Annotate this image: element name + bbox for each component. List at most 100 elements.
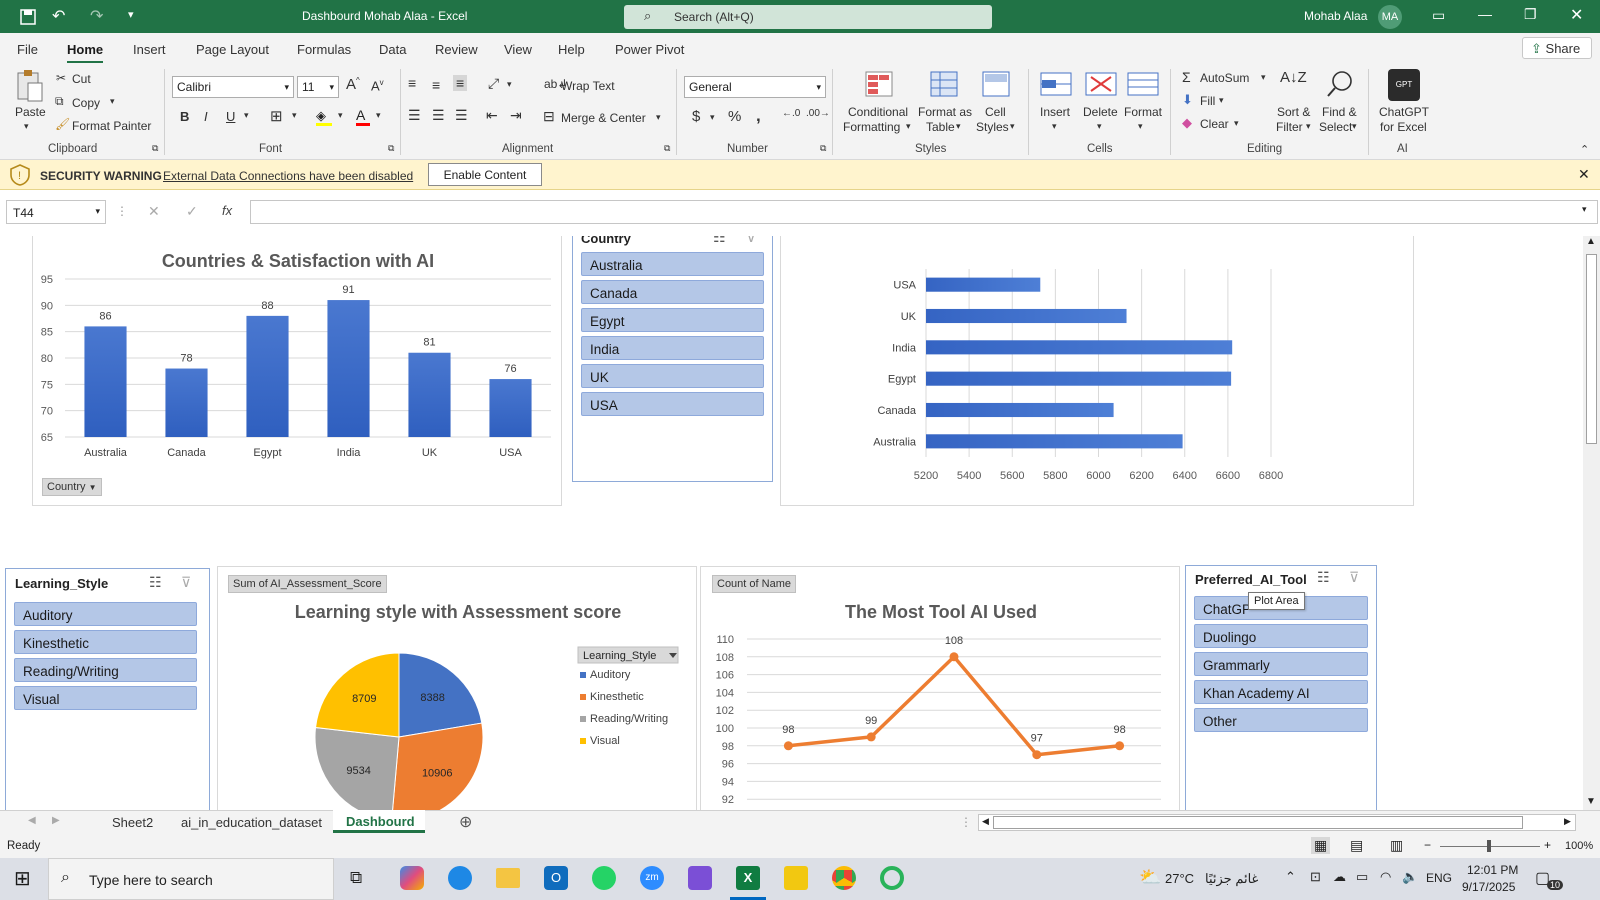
tab-home[interactable]: Home bbox=[67, 42, 104, 64]
autosum-label[interactable]: AutoSum bbox=[1200, 71, 1249, 85]
paste-dropdown-icon[interactable]: ▾ bbox=[24, 121, 29, 132]
fill-dropdown-icon[interactable]: ▾ bbox=[1219, 95, 1224, 106]
sort-filter-icon[interactable]: A↓Z bbox=[1280, 69, 1307, 86]
security-message[interactable]: External Data Connections have been disa… bbox=[163, 169, 413, 183]
cut-icon[interactable]: ✂ bbox=[56, 71, 66, 85]
copilot-icon[interactable] bbox=[400, 866, 424, 890]
wrap-text-label[interactable]: Wrap Text bbox=[561, 79, 615, 93]
chatgpt-label-2[interactable]: for Excel bbox=[1380, 120, 1427, 134]
font-name-select[interactable]: Calibri ▾ bbox=[172, 76, 294, 98]
decrease-decimal-icon[interactable]: .00→ bbox=[806, 108, 830, 119]
decrease-font-icon[interactable]: Av bbox=[371, 78, 384, 93]
zoom-slider-thumb[interactable] bbox=[1487, 840, 1491, 852]
copy-dropdown-icon[interactable]: ▾ bbox=[110, 96, 115, 107]
enter-icon[interactable]: ✓ bbox=[186, 203, 198, 220]
insert-dropdown-icon[interactable]: ▾ bbox=[1052, 121, 1057, 132]
chrome-icon[interactable] bbox=[832, 866, 856, 890]
number-launcher-icon[interactable]: ⧉ bbox=[820, 143, 826, 154]
conditional-formatting-icon[interactable] bbox=[865, 71, 893, 97]
sort-dropdown-icon[interactable]: ▾ bbox=[1306, 121, 1311, 132]
clear-filter-icon[interactable]: ⊽ bbox=[746, 236, 756, 246]
power-bi-icon[interactable] bbox=[784, 866, 808, 890]
avatar[interactable]: MA bbox=[1378, 5, 1402, 29]
whatsapp-icon[interactable] bbox=[592, 866, 616, 890]
slicer-item[interactable]: Canada bbox=[581, 280, 764, 304]
pie-field-button[interactable]: Sum of AI_Assessment_Score bbox=[228, 575, 387, 593]
scroll-right-icon[interactable]: ▶ bbox=[1564, 816, 1571, 827]
show-hidden-icon[interactable]: ⌃ bbox=[1285, 869, 1296, 885]
zoom-app-icon[interactable]: zm bbox=[640, 866, 664, 890]
format-painter-label[interactable]: Format Painter bbox=[72, 119, 151, 133]
slicer-item[interactable]: Auditory bbox=[14, 602, 197, 626]
find-select-label-2[interactable]: Select bbox=[1319, 120, 1352, 134]
sort-filter-label[interactable]: Sort & bbox=[1277, 105, 1310, 119]
next-sheet-icon[interactable]: ▶ bbox=[52, 815, 60, 826]
autosave-icon[interactable] bbox=[19, 8, 37, 26]
scroll-up-icon[interactable]: ▲ bbox=[1586, 236, 1596, 247]
borders-dropdown-icon[interactable]: ▾ bbox=[292, 110, 297, 121]
percent-icon[interactable]: % bbox=[728, 108, 741, 125]
merge-center-label[interactable]: Merge & Center bbox=[561, 111, 646, 125]
sort-filter-label-2[interactable]: Filter bbox=[1276, 120, 1303, 134]
format-cells-label[interactable]: Format bbox=[1124, 105, 1162, 119]
tab-review[interactable]: Review bbox=[435, 42, 478, 57]
align-top-icon[interactable]: ≡ bbox=[408, 75, 416, 91]
align-right-icon[interactable]: ☰ bbox=[455, 107, 468, 124]
font-color-icon[interactable]: A bbox=[356, 107, 370, 126]
increase-font-icon[interactable]: A^ bbox=[346, 76, 360, 93]
ribbon-display-icon[interactable]: ▭ bbox=[1432, 7, 1445, 24]
cell-styles-icon[interactable] bbox=[982, 71, 1010, 97]
slicer-item[interactable]: Visual bbox=[14, 686, 197, 710]
format-as-table-label[interactable]: Format as bbox=[918, 105, 972, 119]
sheet-tab-dashbourd[interactable]: Dashbourd bbox=[333, 810, 425, 833]
fill-label[interactable]: Fill bbox=[1200, 94, 1215, 108]
tab-data[interactable]: Data bbox=[379, 42, 406, 57]
chart-countries-satisfaction[interactable]: Countries & Satisfaction with AI 65 70 75 8… bbox=[32, 236, 562, 506]
increase-indent-icon[interactable]: ⇥ bbox=[510, 107, 522, 124]
preferred-ai-tool-slicer[interactable]: Preferred_AI_Tool ☷ ⊽ ChatGP Duolingo Gram… bbox=[1185, 565, 1377, 810]
taskbar-search[interactable]: ⌕ Type here to search bbox=[48, 858, 334, 900]
chatgpt-icon[interactable]: GPT bbox=[1388, 69, 1420, 101]
font-color-dropdown-icon[interactable]: ▾ bbox=[376, 110, 381, 121]
normal-view-icon[interactable]: ▦ bbox=[1311, 837, 1331, 854]
find-dropdown-icon[interactable]: ▾ bbox=[1352, 121, 1357, 132]
comma-icon[interactable]: , bbox=[756, 106, 761, 126]
formula-input[interactable] bbox=[250, 200, 1598, 224]
multi-select-icon[interactable]: ☷ bbox=[713, 236, 726, 246]
format-dropdown-icon[interactable]: ▾ bbox=[1138, 121, 1143, 132]
sheet-area[interactable]: Countries & Satisfaction with AI 65 70 75 8… bbox=[0, 236, 1583, 810]
onedrive-icon[interactable]: ☁ bbox=[1333, 869, 1346, 885]
tab-file[interactable]: File bbox=[17, 42, 38, 57]
wifi-icon[interactable]: ◠ bbox=[1380, 869, 1391, 885]
clear-label[interactable]: Clear bbox=[1200, 117, 1229, 131]
autosum-icon[interactable]: Σ bbox=[1182, 69, 1191, 85]
tab-insert[interactable]: Insert bbox=[133, 42, 166, 57]
sheet-tab-sheet2[interactable]: Sheet2 bbox=[112, 815, 153, 830]
conditional-dropdown-icon[interactable]: ▾ bbox=[906, 121, 911, 132]
redo-icon[interactable]: ↷ bbox=[90, 6, 103, 26]
currency-icon[interactable]: $ bbox=[692, 108, 700, 125]
collapse-ribbon-icon[interactable]: ⌃ bbox=[1580, 143, 1589, 156]
slicer-item[interactable]: Grammarly bbox=[1194, 652, 1368, 676]
clear-filter-icon[interactable]: ⊽ bbox=[181, 574, 191, 591]
delete-dropdown-icon[interactable]: ▾ bbox=[1097, 121, 1102, 132]
vertical-scrollbar[interactable]: ▲ ▼ bbox=[1583, 236, 1600, 810]
tab-help[interactable]: Help bbox=[558, 42, 585, 57]
currency-dropdown-icon[interactable]: ▾ bbox=[710, 112, 715, 123]
clear-filter-icon[interactable]: ⊽ bbox=[1349, 569, 1359, 586]
cell-styles-dropdown-icon[interactable]: ▾ bbox=[1010, 121, 1015, 132]
font-size-select[interactable]: 11 ▾ bbox=[297, 76, 339, 98]
insert-function-icon[interactable]: fx bbox=[222, 203, 232, 218]
add-sheet-icon[interactable]: ⊕ bbox=[459, 812, 472, 832]
slicer-item[interactable]: Reading/Writing bbox=[14, 658, 197, 682]
autosum-dropdown-icon[interactable]: ▾ bbox=[1261, 72, 1266, 83]
increase-decimal-icon[interactable]: ←.0 bbox=[782, 108, 800, 119]
align-left-icon[interactable]: ☰ bbox=[408, 107, 421, 124]
line-field-button[interactable]: Count of Name bbox=[712, 575, 796, 593]
italic-icon[interactable]: I bbox=[204, 109, 208, 124]
paste-label[interactable]: Paste bbox=[15, 105, 46, 119]
scroll-down-icon[interactable]: ▼ bbox=[1586, 796, 1596, 807]
country-field-button[interactable]: Country ▼ bbox=[42, 478, 102, 496]
decrease-indent-icon[interactable]: ⇤ bbox=[486, 107, 498, 124]
delete-cells-label[interactable]: Delete bbox=[1083, 105, 1118, 119]
